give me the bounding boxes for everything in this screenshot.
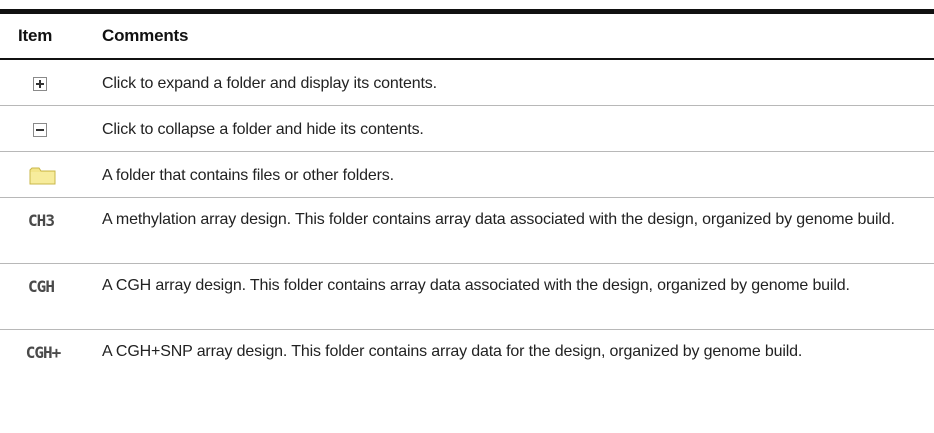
comment-cell: A CGH array design. This folder contains… [102, 277, 850, 294]
table-header: Item Comments [0, 14, 934, 60]
comments-column-header: Comments [102, 26, 189, 45]
cgh-snp-design-icon: CGH+ [25, 343, 62, 362]
folder-icon [29, 167, 56, 185]
table-row: Click to collapse a folder and hide its … [0, 106, 934, 152]
item-column-header: Item [18, 26, 53, 45]
cgh-design-icon: CGH [28, 277, 55, 296]
item-cell: CGH+ [0, 339, 102, 362]
item-cell: CGH [0, 273, 102, 296]
methylation-design-icon: CH3 [28, 211, 55, 230]
expand-plus-icon [33, 77, 47, 91]
item-cell [0, 117, 102, 137]
table-row: CGH+ A CGH+SNP array design. This folder… [0, 330, 934, 396]
item-cell: CH3 [0, 207, 102, 230]
comment-cell: A CGH+SNP array design. This folder cont… [102, 343, 803, 360]
comment-cell: A methylation array design. This folder … [102, 211, 895, 228]
table-row: Click to expand a folder and display its… [0, 60, 934, 106]
legend-table: Item Comments Click to expand a folder a… [0, 9, 934, 396]
table-row: A folder that contains files or other fo… [0, 152, 934, 198]
table-row: CH3 A methylation array design. This fol… [0, 198, 934, 264]
page: Item Comments Click to expand a folder a… [0, 0, 934, 433]
item-cell [0, 71, 102, 91]
comment-cell: Click to collapse a folder and hide its … [102, 121, 424, 138]
comment-cell: Click to expand a folder and display its… [102, 75, 437, 92]
item-cell [0, 163, 102, 186]
comment-cell: A folder that contains files or other fo… [102, 167, 394, 184]
collapse-minus-icon [33, 123, 47, 137]
table-row: CGH A CGH array design. This folder cont… [0, 264, 934, 330]
